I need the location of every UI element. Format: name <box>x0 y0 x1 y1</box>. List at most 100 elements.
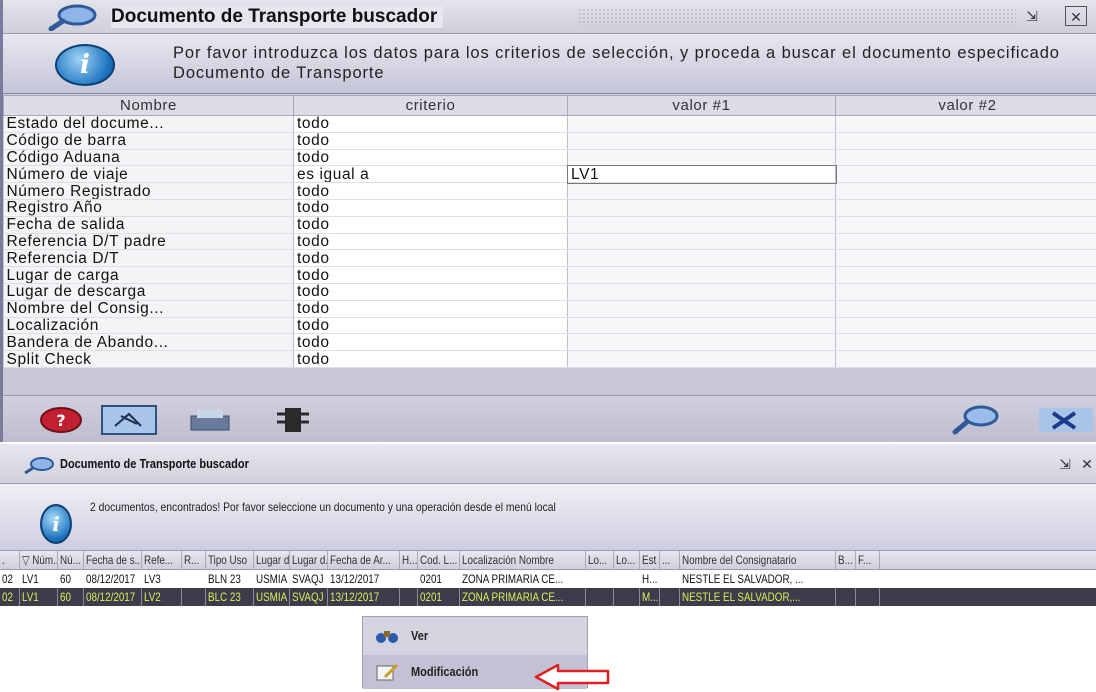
column-header[interactable]: Lugar d... <box>254 551 290 569</box>
criteria-operator[interactable]: todo <box>294 334 568 351</box>
criteria-operator[interactable]: todo <box>294 199 568 216</box>
criteria-value2[interactable] <box>836 300 1096 317</box>
criteria-value1[interactable] <box>568 132 836 149</box>
criteria-value1[interactable] <box>568 183 836 200</box>
criteria-operator[interactable]: es igual a <box>294 166 568 183</box>
column-header[interactable]: Lo... <box>614 551 640 569</box>
column-header-nombre[interactable]: Nombre <box>4 96 294 116</box>
criteria-value1[interactable] <box>568 149 836 166</box>
traffic-light-icon[interactable] <box>273 404 313 436</box>
column-header[interactable]: ... <box>660 551 680 569</box>
criteria-value1[interactable] <box>568 250 836 267</box>
criteria-value1[interactable] <box>568 233 836 250</box>
criteria-operator[interactable]: todo <box>294 300 568 317</box>
criteria-row[interactable]: Registro Añotodo <box>4 199 1096 216</box>
column-header[interactable]: H... <box>400 551 418 569</box>
column-header[interactable]: F... <box>856 551 880 569</box>
criteria-row[interactable]: Split Checktodo <box>4 351 1096 368</box>
criteria-value1[interactable] <box>568 351 836 368</box>
restore-icon[interactable]: ⇲ <box>1054 454 1076 474</box>
criteria-value2[interactable] <box>836 317 1096 334</box>
column-header[interactable]: B... <box>836 551 856 569</box>
column-header-valor1[interactable]: valor #1 <box>568 96 836 116</box>
criteria-value2[interactable] <box>836 334 1096 351</box>
clear-icon[interactable] <box>101 404 157 436</box>
criteria-row[interactable]: Número Registradotodo <box>4 183 1096 200</box>
criteria-row[interactable]: Nombre del Consig...todo <box>4 300 1096 317</box>
column-header[interactable]: Cod. L... <box>418 551 460 569</box>
criteria-row[interactable]: Lugar de cargatodo <box>4 267 1096 284</box>
criteria-value1[interactable] <box>568 116 836 133</box>
criteria-operator[interactable]: todo <box>294 183 568 200</box>
criteria-value1[interactable] <box>568 199 836 216</box>
criteria-row[interactable]: Número de viajees igual aLV1 <box>4 166 1096 183</box>
criteria-value2[interactable] <box>836 351 1096 368</box>
criteria-row[interactable]: Código Aduanatodo <box>4 149 1096 166</box>
criteria-row[interactable]: Referencia D/T padretodo <box>4 233 1096 250</box>
criteria-row[interactable]: Lugar de descargatodo <box>4 283 1096 300</box>
column-header[interactable]: Lugar d... <box>290 551 328 569</box>
criteria-operator[interactable]: todo <box>294 216 568 233</box>
table-cell <box>586 570 614 588</box>
column-header[interactable]: Est <box>640 551 660 569</box>
criteria-operator[interactable]: todo <box>294 317 568 334</box>
restore-icon[interactable]: ⇲ <box>1021 6 1043 26</box>
table-row-selected[interactable]: 02LV16008/12/2017LV2BLC 23USMIASVAQJ13/1… <box>0 588 1096 606</box>
table-cell <box>182 570 206 588</box>
criteria-value2[interactable] <box>836 283 1096 300</box>
criteria-value2[interactable] <box>836 166 1096 183</box>
criteria-row[interactable]: Referencia D/Ttodo <box>4 250 1096 267</box>
close-window-icon[interactable]: ✕ <box>1065 6 1087 26</box>
criteria-operator[interactable]: todo <box>294 116 568 133</box>
criteria-value1[interactable]: LV1 <box>568 166 836 183</box>
criteria-value2[interactable] <box>836 183 1096 200</box>
criteria-row[interactable]: Código de barratodo <box>4 132 1096 149</box>
criteria-value2[interactable] <box>836 132 1096 149</box>
column-header[interactable]: . <box>0 551 20 569</box>
column-header[interactable]: Lo... <box>586 551 614 569</box>
column-header[interactable]: ▽ Núm... <box>20 551 58 569</box>
menu-item-ver[interactable]: Ver <box>363 619 587 653</box>
criteria-operator[interactable]: todo <box>294 283 568 300</box>
help-icon[interactable]: ? <box>39 404 83 436</box>
criteria-value1[interactable] <box>568 283 836 300</box>
criteria-row[interactable]: Localizacióntodo <box>4 317 1096 334</box>
criteria-operator[interactable]: todo <box>294 351 568 368</box>
column-header[interactable]: Tipo Uso <box>206 551 254 569</box>
criteria-value1[interactable] <box>568 300 836 317</box>
column-header[interactable]: Fecha de Ar... <box>328 551 400 569</box>
criteria-row[interactable]: Estado del docume...todo <box>4 116 1096 133</box>
criteria-value2[interactable] <box>836 116 1096 133</box>
criteria-value1[interactable] <box>568 216 836 233</box>
title-bar: Documento de Transporte buscador ⇲ ✕ <box>0 444 1096 484</box>
criteria-operator[interactable]: todo <box>294 250 568 267</box>
column-header-criterio[interactable]: criterio <box>294 96 568 116</box>
criteria-value1[interactable] <box>568 317 836 334</box>
criteria-value2[interactable] <box>836 216 1096 233</box>
criteria-value1[interactable] <box>568 334 836 351</box>
criteria-operator[interactable]: todo <box>294 267 568 284</box>
column-header[interactable]: R... <box>182 551 206 569</box>
column-header[interactable]: Nú... <box>58 551 84 569</box>
column-header[interactable]: Refe... <box>142 551 182 569</box>
column-header[interactable]: Localización Nombre <box>460 551 586 569</box>
column-header[interactable]: Fecha de s... <box>84 551 142 569</box>
table-row[interactable]: 02LV16008/12/2017LV3BLN 23USMIASVAQJ13/1… <box>0 570 1096 588</box>
close-icon[interactable] <box>1037 404 1095 436</box>
column-header-valor2[interactable]: valor #2 <box>836 96 1096 116</box>
criteria-value2[interactable] <box>836 199 1096 216</box>
criteria-value2[interactable] <box>836 250 1096 267</box>
criteria-value2[interactable] <box>836 149 1096 166</box>
search-icon[interactable] <box>947 404 1003 436</box>
criteria-row[interactable]: Fecha de salidatodo <box>4 216 1096 233</box>
criteria-operator[interactable]: todo <box>294 132 568 149</box>
column-header[interactable]: Nombre del Consignatario <box>680 551 836 569</box>
criteria-operator[interactable]: todo <box>294 233 568 250</box>
close-window-icon[interactable]: ✕ <box>1080 454 1094 474</box>
criteria-value2[interactable] <box>836 267 1096 284</box>
criteria-row[interactable]: Bandera de Abando...todo <box>4 334 1096 351</box>
criteria-value2[interactable] <box>836 233 1096 250</box>
criteria-value1[interactable] <box>568 267 836 284</box>
print-icon[interactable] <box>185 404 235 436</box>
criteria-operator[interactable]: todo <box>294 149 568 166</box>
